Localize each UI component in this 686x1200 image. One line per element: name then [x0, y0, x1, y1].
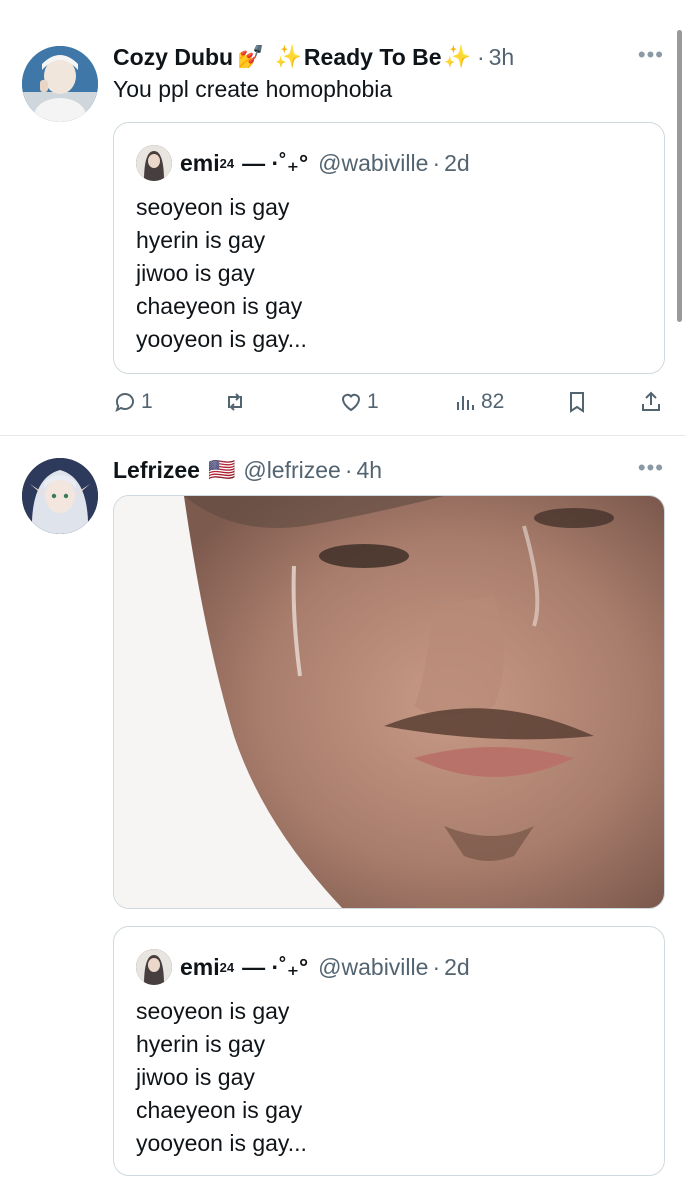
text-line: chaeyeon is gay: [136, 293, 303, 319]
us-flag-emoji: 🇺🇸: [207, 457, 236, 482]
more-options-icon[interactable]: •••: [638, 42, 664, 68]
display-name[interactable]: Lefrizee: [113, 457, 200, 484]
avatar[interactable]: [22, 458, 98, 534]
separator-dot: ·: [432, 953, 441, 980]
avatar[interactable]: [136, 145, 172, 181]
quoted-tweet[interactable]: emi 24 — ·˚₊° @wabiville · 2d seoyeon is…: [113, 122, 665, 374]
heart-icon: [341, 393, 361, 412]
quoted-display-name[interactable]: emi: [180, 150, 220, 177]
separator-dot: ·: [432, 149, 441, 176]
repost-button[interactable]: [223, 390, 247, 414]
tweet[interactable]: Lefrizee 🇺🇸 @lefrizee · 4h ••• emi 24 — …: [0, 436, 686, 1200]
quoted-handle[interactable]: @wabiville: [318, 954, 428, 981]
like-button[interactable]: 1: [339, 390, 379, 414]
avatar[interactable]: [136, 949, 172, 985]
share-icon: [642, 391, 660, 411]
sparkles-emoji: ✨: [274, 44, 302, 69]
tweet[interactable]: Cozy Dubu 💅 ✨ Ready To Be ✨ · 3h ••• You…: [0, 0, 686, 436]
reply-icon: [115, 393, 134, 412]
bookmark-icon: [570, 392, 584, 413]
avatar[interactable]: [22, 46, 98, 122]
quoted-name-superscript: 24: [219, 155, 235, 171]
views-icon: [457, 396, 474, 410]
share-button[interactable]: [639, 390, 663, 414]
quoted-timestamp[interactable]: 2d: [444, 954, 470, 981]
repost-icon: [228, 393, 242, 411]
quoted-tweet-header: emi 24 — ·˚₊° @wabiville · 2d: [136, 145, 470, 181]
like-count: 1: [367, 390, 379, 413]
text-line: seoyeon is gay: [136, 998, 290, 1024]
text-line: hyerin is gay: [136, 227, 266, 253]
text-line: jiwoo is gay: [136, 260, 255, 286]
tweet-actions: 1 1 82: [113, 390, 673, 420]
handle[interactable]: @lefrizee: [243, 457, 341, 484]
sparkles-emoji: ✨: [443, 44, 471, 69]
display-name[interactable]: Cozy Dubu: [113, 44, 233, 71]
bookmark-button[interactable]: [565, 390, 589, 414]
reply-count: 1: [141, 390, 153, 413]
quoted-handle[interactable]: @wabiville: [318, 150, 428, 177]
display-name-suffix[interactable]: Ready To Be: [304, 44, 442, 71]
more-options-icon[interactable]: •••: [638, 455, 664, 481]
quoted-name-superscript: 24: [219, 959, 235, 975]
quoted-tweet-text: seoyeon is gay hyerin is gay jiwoo is ga…: [136, 191, 307, 356]
text-line: yooyeon is gay...: [136, 1130, 307, 1156]
attached-image[interactable]: [113, 495, 665, 909]
quoted-name-decoration: — ·˚₊°: [242, 953, 309, 980]
timestamp[interactable]: 4h: [357, 457, 383, 484]
text-line: seoyeon is gay: [136, 194, 290, 220]
separator-dot: ·: [476, 43, 485, 70]
separator-dot: ·: [344, 456, 353, 483]
text-line: yooyeon is gay...: [136, 326, 307, 352]
quoted-tweet-header: emi 24 — ·˚₊° @wabiville · 2d: [136, 949, 470, 985]
text-line: jiwoo is gay: [136, 1064, 255, 1090]
tweet-text: You ppl create homophobia: [113, 76, 393, 102]
tweet-header: Lefrizee 🇺🇸 @lefrizee · 4h •••: [113, 455, 664, 485]
view-count: 82: [481, 390, 505, 413]
views-button[interactable]: 82: [453, 390, 504, 414]
quoted-timestamp[interactable]: 2d: [444, 150, 470, 177]
quoted-display-name[interactable]: emi: [180, 954, 220, 981]
text-line: chaeyeon is gay: [136, 1097, 303, 1123]
quoted-name-decoration: — ·˚₊°: [242, 149, 309, 176]
tweet-header: Cozy Dubu 💅 ✨ Ready To Be ✨ · 3h •••: [113, 42, 664, 72]
quoted-tweet[interactable]: emi 24 — ·˚₊° @wabiville · 2d seoyeon is…: [113, 926, 665, 1176]
timestamp[interactable]: 3h: [489, 44, 515, 71]
nail-polish-emoji: 💅: [237, 44, 265, 69]
reply-button[interactable]: 1: [113, 390, 153, 414]
quoted-tweet-text: seoyeon is gay hyerin is gay jiwoo is ga…: [136, 995, 307, 1160]
text-line: hyerin is gay: [136, 1031, 266, 1057]
